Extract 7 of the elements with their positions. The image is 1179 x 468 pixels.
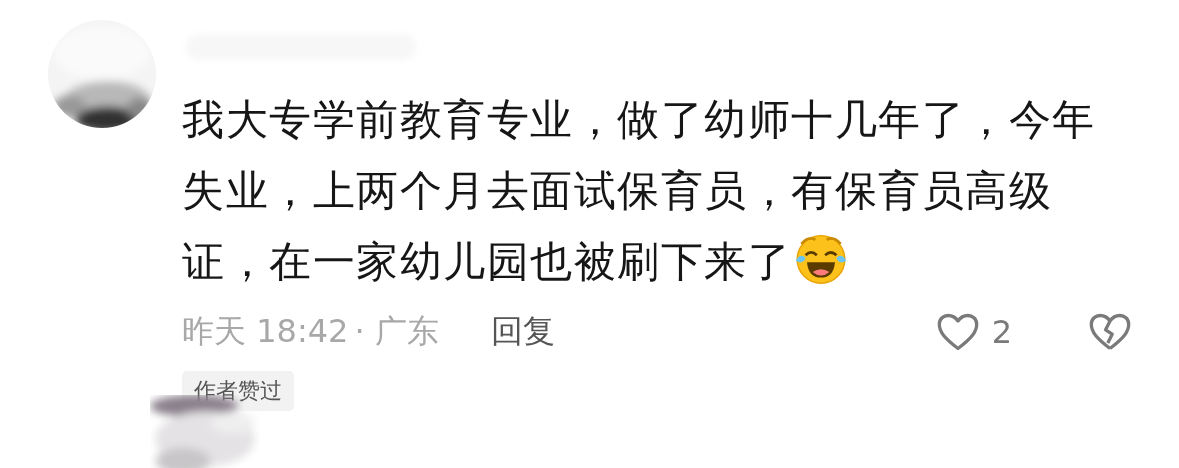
reply-button[interactable]: 回复	[490, 310, 555, 354]
broken-heart-icon[interactable]	[1088, 312, 1132, 352]
timestamp: 昨天 18:42	[182, 311, 349, 352]
like-icon[interactable]	[935, 312, 980, 352]
like-count: 2	[991, 313, 1012, 351]
comment-text: 我大专学前教育专业，做了幼师十几年了，今年失业，上两个月去面试保育员，有保育员高级证，在一家幼儿园也被刷下来了	[182, 94, 1097, 288]
location: · 广东	[354, 311, 439, 352]
